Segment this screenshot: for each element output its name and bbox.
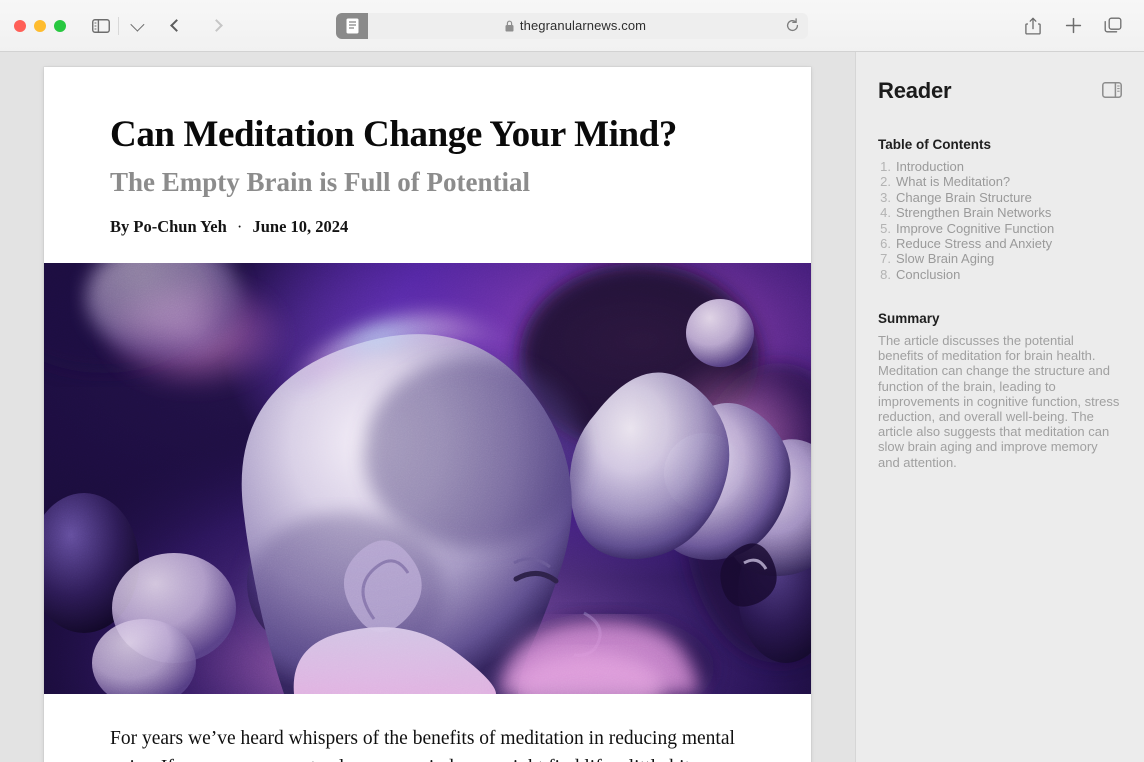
article-byline: By Po-Chun Yeh · June 10, 2024 — [110, 217, 745, 263]
toc-item-label: Reduce Stress and Anxiety — [896, 235, 1053, 251]
chevron-right-icon — [209, 19, 223, 32]
navigation-buttons — [163, 14, 229, 38]
share-button[interactable] — [1020, 14, 1046, 38]
window-body: Can Meditation Change Your Mind? The Emp… — [0, 52, 1144, 762]
article-header: Can Meditation Change Your Mind? The Emp… — [44, 67, 811, 263]
toc-item-number: 8. — [880, 266, 891, 282]
reader-panel-toggle-button[interactable] — [1102, 78, 1122, 103]
chevron-left-icon — [169, 19, 183, 32]
reader-panel-title: Reader — [878, 78, 952, 103]
toc-item-label: Strengthen Brain Networks — [896, 205, 1052, 221]
browser-toolbar: thegranularnews.com — [0, 0, 1144, 52]
byline-separator: · — [236, 216, 243, 236]
url-field[interactable]: thegranularnews.com — [362, 12, 808, 39]
toc-item-number: 7. — [880, 251, 891, 267]
close-window-button[interactable] — [14, 19, 26, 32]
toc-item-number: 5. — [880, 220, 891, 236]
minimize-window-button[interactable] — [34, 19, 46, 32]
toc-item-label: Introduction — [896, 159, 964, 174]
author-name: By Po-Chun Yeh — [110, 216, 227, 236]
share-icon — [1025, 17, 1041, 35]
web-content-area: Can Meditation Change Your Mind? The Emp… — [0, 52, 855, 762]
tab-group-button[interactable] — [1100, 14, 1126, 38]
toc-item-label: Conclusion — [896, 266, 961, 282]
toc-item-number: 6. — [880, 235, 891, 251]
copy-tabs-icon — [1104, 17, 1122, 33]
toc-item-number: 4. — [880, 205, 891, 221]
hero-illustration — [44, 262, 811, 694]
window-controls — [14, 19, 66, 32]
reader-sidebar: Reader Table of Contents 1. Introduction — [855, 52, 1144, 762]
article-title: Can Meditation Change Your Mind? — [110, 114, 677, 155]
tab-overview-button[interactable] — [123, 14, 149, 38]
toc-item[interactable]: 3. Change Brain Structure — [878, 190, 1122, 205]
toolbar-divider — [118, 16, 119, 35]
lock-icon — [505, 20, 514, 31]
reader-sidebar-header: Reader — [878, 78, 1122, 104]
toc-item-label: Improve Cognitive Function — [896, 220, 1055, 236]
new-tab-button[interactable] — [1060, 14, 1086, 38]
toc-item-number: 1. — [880, 159, 891, 174]
sidebar-icon — [92, 18, 110, 33]
plus-icon — [1065, 17, 1081, 34]
url-text: thegranularnews.com — [519, 18, 647, 33]
toc-item[interactable]: 6. Reduce Stress and Anxiety — [878, 236, 1122, 251]
toc-item-label: What is Meditation? — [896, 174, 1011, 190]
toc-item-number: 2. — [880, 174, 891, 190]
forward-button[interactable] — [203, 14, 229, 38]
address-bar: thegranularnews.com — [336, 12, 808, 39]
chevron-down-icon — [130, 17, 145, 32]
reader-document-icon — [346, 18, 358, 33]
article-subtitle: The Empty Brain is Full of Potential — [110, 166, 531, 197]
toc-item[interactable]: 8. Conclusion — [878, 267, 1122, 282]
summary-text: The article discusses the potential bene… — [878, 332, 1120, 470]
article-card: Can Meditation Change Your Mind? The Emp… — [44, 67, 811, 762]
toc-heading: Table of Contents — [878, 137, 991, 152]
maximize-window-button[interactable] — [54, 19, 66, 32]
toc-item[interactable]: 1. Introduction — [878, 159, 1122, 174]
toc-item-number: 3. — [880, 189, 891, 205]
article-hero-image — [44, 262, 811, 694]
toc-item-label: Change Brain Structure — [896, 189, 1032, 205]
reload-icon — [786, 18, 799, 32]
toc-item[interactable]: 4. Strengthen Brain Networks — [878, 205, 1122, 220]
back-button[interactable] — [163, 14, 189, 38]
toc-item[interactable]: 7. Slow Brain Aging — [878, 251, 1122, 266]
publish-date: June 10, 2024 — [252, 216, 349, 236]
article-body-paragraph: For years we’ve heard whispers of the be… — [110, 727, 735, 762]
url-display: thegranularnews.com — [372, 18, 779, 33]
reader-mode-button[interactable] — [336, 12, 368, 39]
toc-item[interactable]: 5. Improve Cognitive Function — [878, 221, 1122, 236]
sidebar-right-icon — [1102, 82, 1122, 98]
toolbar-right-actions — [1020, 14, 1130, 38]
sidebar-toggle-button[interactable] — [88, 14, 114, 38]
summary-heading: Summary — [878, 310, 940, 326]
table-of-contents: 1. Introduction 2. What is Meditation? 3… — [878, 159, 1122, 282]
browser-window: thegranularnews.com Can Meditation Chang… — [0, 0, 1144, 762]
toc-item[interactable]: 2. What is Meditation? — [878, 174, 1122, 189]
toc-item-label: Slow Brain Aging — [896, 251, 995, 267]
reload-button[interactable] — [785, 18, 800, 33]
